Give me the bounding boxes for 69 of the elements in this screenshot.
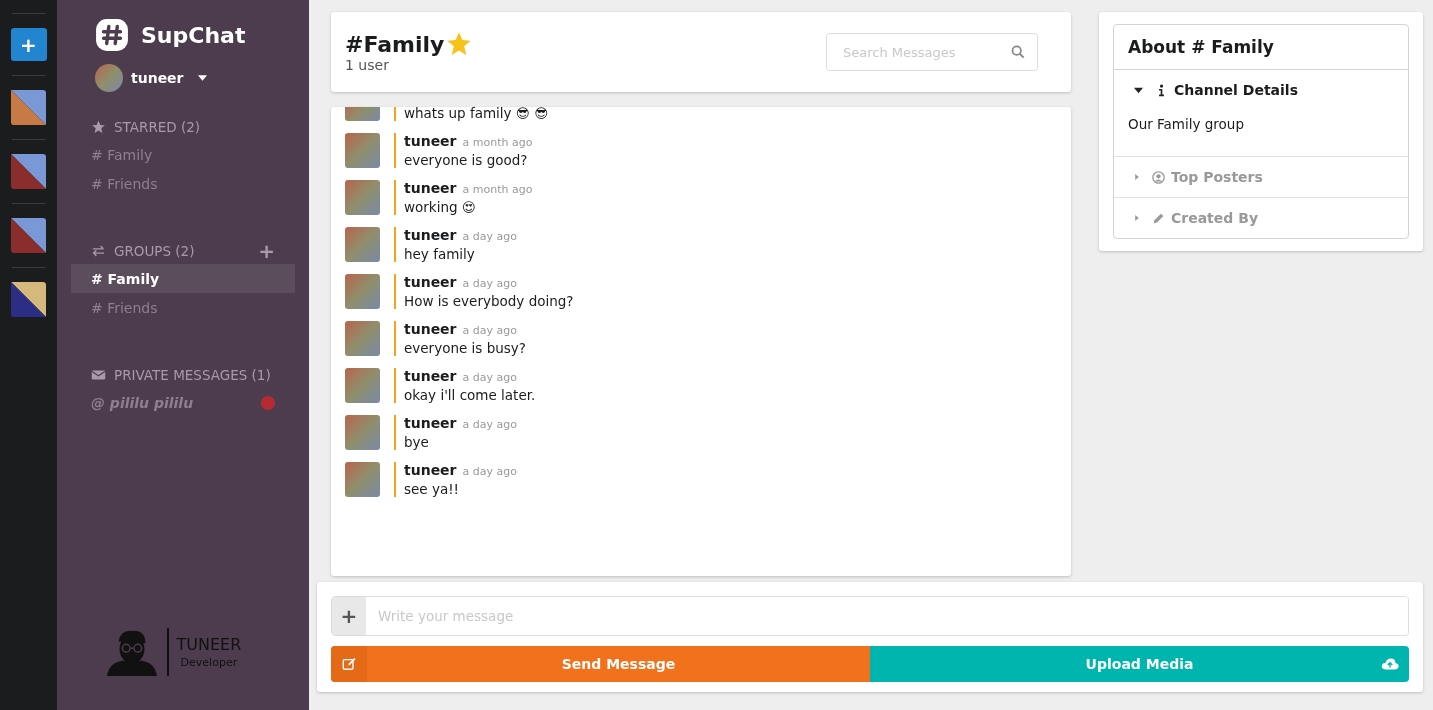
username[interactable]: tuneer [131,70,184,86]
message-time: a day ago [462,465,517,478]
star-icon [91,120,106,134]
channel-item[interactable]: # Family [71,264,295,293]
add-attachment-button[interactable]: + [332,597,366,635]
logo-icon [95,18,129,52]
avatar [345,180,380,215]
message-author[interactable]: tuneer [404,415,457,431]
channel-title: #Family [345,31,445,57]
message-time: a day ago [462,230,517,243]
caret-icon [1134,173,1140,181]
signature-role: Developer [180,656,238,669]
message-text: whats up family 😎 😎 [404,107,549,121]
cloud-upload-icon [1381,657,1399,671]
avatar [345,415,380,450]
swap-arrows-icon [91,244,106,258]
pencil-icon [1152,211,1165,225]
avatar [345,107,380,121]
avatar [345,462,380,497]
message-time: a day ago [462,418,517,431]
team-icon[interactable] [11,154,46,189]
search-icon[interactable] [1011,45,1025,59]
section-title: PRIVATE MESSAGES (1) [114,367,272,383]
avatar [345,274,380,309]
message-text: working 😍 [404,199,477,215]
message-author[interactable]: tuneer [404,133,457,149]
avatar [345,133,380,168]
message-time: a day ago [462,324,517,337]
user-count: 1 user [345,57,390,73]
channel-description: Our Family group [1127,115,1245,134]
signature-name: TUNEER [176,635,242,654]
section-title: GROUPS (2) [114,243,196,259]
message-time: a month ago [462,183,533,196]
message-text: bye [404,434,430,450]
accordion-header[interactable]: Channel Details [1114,70,1408,110]
message-text: everyone is good? [404,152,529,168]
user-circle-icon [1152,170,1165,184]
about-title: About # Family [1114,25,1408,70]
message-text: hey family [404,246,476,262]
message-text: okay i'll come later. [404,387,536,403]
add-group-button[interactable]: + [258,241,275,261]
message-text: How is everybody doing? [404,293,574,309]
message-time: a month ago [462,136,533,149]
message-text: everyone is busy? [404,340,526,356]
message-author[interactable]: tuneer [404,321,457,337]
edit-icon [342,657,356,671]
message-author[interactable]: tuneer [404,462,457,478]
envelope-icon [91,368,106,382]
message-author[interactable]: tuneer [404,180,457,196]
team-icon[interactable] [11,218,46,253]
add-team-button[interactable]: + [10,28,47,61]
message-author[interactable]: tuneer [404,368,457,384]
avatar [95,64,123,92]
star-icon[interactable] [446,31,473,57]
section-title: STARRED (2) [114,119,202,135]
avatar [345,321,380,356]
developer-icon [105,628,159,676]
caret-icon[interactable] [197,75,207,81]
avatar [345,368,380,403]
message-text: see ya!! [404,481,461,497]
team-icon[interactable] [11,282,46,317]
message-time: a day ago [462,277,517,290]
avatar [345,227,380,262]
message-author[interactable]: tuneer [404,274,457,290]
caret-icon [1134,214,1140,222]
app-name: SupChat [141,22,246,48]
caret-icon [1134,85,1143,95]
message-time: a day ago [462,371,517,384]
message-author[interactable]: tuneer [404,227,457,243]
